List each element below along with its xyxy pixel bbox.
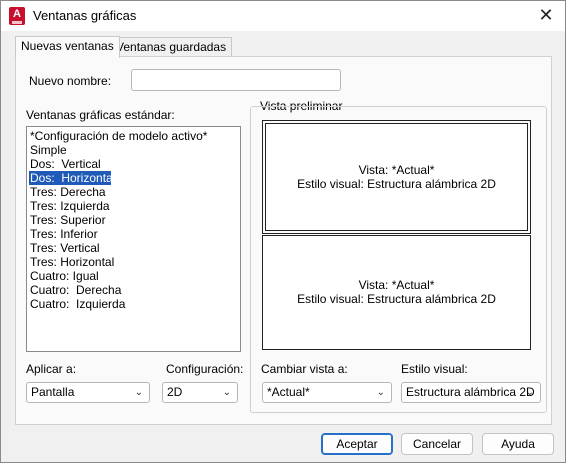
setup-label: Configuración: bbox=[166, 362, 244, 376]
close-button[interactable]: ✕ bbox=[533, 4, 559, 28]
chevron-down-icon: ⌄ bbox=[525, 387, 534, 398]
visual-style-select[interactable]: Estructura alámbrica 2D ⌄ bbox=[401, 382, 541, 403]
list-item[interactable]: Dos: Horizontal bbox=[29, 171, 115, 185]
preview-viewport-top: Vista: *Actual* Estilo visual: Estructur… bbox=[262, 120, 531, 234]
list-item[interactable]: Cuatro: Derecha bbox=[27, 283, 240, 297]
list-item[interactable]: Tres: Horizontal bbox=[27, 255, 240, 269]
autocad-logo-icon: A bbox=[9, 7, 25, 25]
visual-style-label: Estilo visual: bbox=[401, 362, 468, 376]
chevron-down-icon: ⌄ bbox=[222, 387, 231, 398]
cancel-button[interactable]: Cancelar bbox=[401, 433, 473, 455]
setup-value: 2D bbox=[167, 385, 183, 399]
tab-nuevas-ventanas[interactable]: Nuevas ventanas bbox=[15, 36, 120, 58]
tab-panel: Nuevo nombre: Ventanas gráficas estándar… bbox=[15, 56, 552, 425]
preview-view-text: Vista: *Actual* bbox=[358, 163, 435, 177]
change-view-select[interactable]: *Actual* ⌄ bbox=[262, 382, 392, 403]
apply-to-value: Pantalla bbox=[31, 385, 75, 399]
standard-viewports-label: Ventanas gráficas estándar: bbox=[26, 108, 175, 122]
list-item[interactable]: *Configuración de modelo activo* bbox=[27, 129, 240, 143]
setup-select[interactable]: 2D ⌄ bbox=[162, 382, 238, 403]
preview-style-text: Estilo visual: Estructura alámbrica 2D bbox=[297, 292, 496, 306]
ok-button[interactable]: Aceptar bbox=[321, 433, 393, 455]
tab-ventanas-guardadas[interactable]: Ventanas guardadas bbox=[110, 37, 233, 57]
new-name-label: Nuevo nombre: bbox=[29, 74, 112, 88]
preview-view-text: Vista: *Actual* bbox=[358, 278, 435, 292]
preview-style-text: Estilo visual: Estructura alámbrica 2D bbox=[297, 177, 496, 191]
list-item[interactable]: Tres: Derecha bbox=[27, 185, 240, 199]
list-item[interactable]: Tres: Inferior bbox=[27, 227, 240, 241]
list-item[interactable]: Tres: Superior bbox=[27, 213, 240, 227]
list-item[interactable]: Tres: Vertical bbox=[27, 241, 240, 255]
close-icon: ✕ bbox=[538, 5, 554, 25]
chevron-down-icon: ⌄ bbox=[376, 387, 385, 398]
list-item[interactable]: Tres: Izquierda bbox=[27, 199, 240, 213]
title-bar[interactable]: A Ventanas gráficas ✕ bbox=[1, 1, 565, 31]
new-name-input[interactable] bbox=[131, 69, 341, 91]
standard-viewports-list[interactable]: *Configuración de modelo activo* Simple Do… bbox=[26, 126, 241, 352]
change-view-value: *Actual* bbox=[267, 385, 310, 399]
apply-to-label: Aplicar a: bbox=[26, 362, 77, 376]
dialog-window: A Ventanas gráficas ✕ Nuevas ventanas Ve… bbox=[0, 0, 566, 463]
window-title: Ventanas gráficas bbox=[33, 8, 137, 23]
apply-to-select[interactable]: Pantalla ⌄ bbox=[26, 382, 150, 403]
help-button[interactable]: Ayuda bbox=[482, 433, 554, 455]
chevron-down-icon: ⌄ bbox=[134, 387, 143, 398]
preview-viewport-bottom: Vista: *Actual* Estilo visual: Estructur… bbox=[262, 235, 531, 350]
list-item[interactable]: Dos: Vertical bbox=[27, 157, 240, 171]
list-item[interactable]: Simple bbox=[27, 143, 240, 157]
list-item[interactable]: Cuatro: Igual bbox=[27, 269, 240, 283]
visual-style-value: Estructura alámbrica 2D bbox=[406, 385, 535, 399]
change-view-label: Cambiar vista a: bbox=[261, 362, 348, 376]
list-item[interactable]: Cuatro: Izquierda bbox=[27, 297, 240, 311]
